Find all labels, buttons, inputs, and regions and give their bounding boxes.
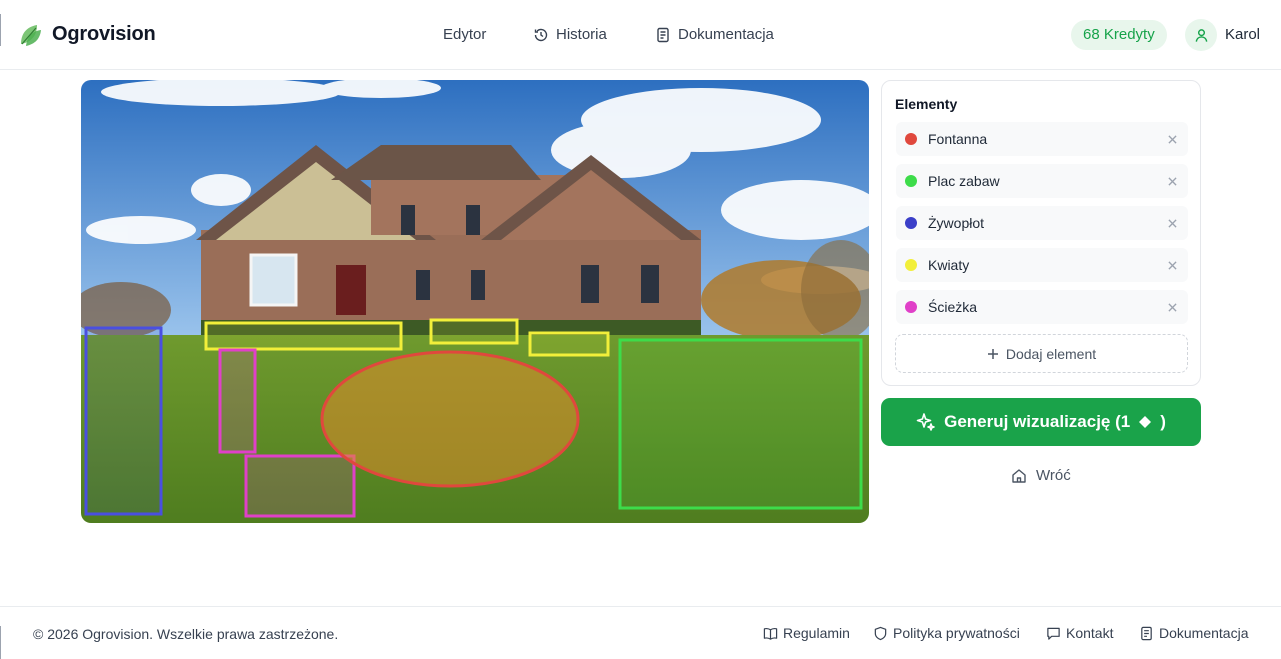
back-button[interactable]: Wróć [1011, 467, 1071, 484]
color-dot [905, 259, 917, 271]
fountain-zone[interactable] [320, 350, 580, 488]
close-icon[interactable] [1165, 174, 1179, 188]
nav-history-label: Historia [556, 26, 607, 43]
flowers-zone-3[interactable] [528, 331, 610, 357]
color-dot [905, 175, 917, 187]
element-item-path[interactable]: Ścieżka [896, 290, 1188, 324]
plus-icon [987, 348, 998, 359]
footer-link-privacy[interactable]: Polityka prywatności [873, 625, 1020, 641]
flowers-zone-2[interactable] [429, 318, 519, 345]
elements-panel: Elementy Fontanna Plac zabaw Żywopłot Kw… [881, 80, 1201, 386]
element-label: Żywopłot [928, 215, 985, 231]
back-label: Wróć [1036, 467, 1071, 484]
history-icon [534, 28, 548, 41]
element-label: Plac zabaw [928, 173, 1000, 189]
element-item-hedge[interactable]: Żywopłot [896, 206, 1188, 240]
generate-button[interactable]: Generuj wizualizację (1 ) [881, 398, 1201, 446]
playground-zone[interactable] [618, 338, 863, 510]
footer-link-label: Regulamin [783, 625, 850, 641]
top-bar: Ogrovision Edytor Historia Dokumentacja … [0, 0, 1281, 70]
color-dot [905, 133, 917, 145]
shield-icon [874, 626, 887, 640]
avatar[interactable] [1185, 19, 1217, 51]
brand-name[interactable]: Ogrovision [52, 23, 156, 46]
generate-suffix: ) [1160, 412, 1166, 431]
path-zone-2[interactable] [244, 454, 356, 518]
footer-link-terms[interactable]: Regulamin [763, 625, 850, 641]
leaf-logo-icon [21, 25, 41, 46]
nav-documentation-label: Dokumentacja [678, 26, 774, 43]
element-label: Kwiaty [928, 257, 970, 273]
footer-link-contact[interactable]: Kontakt [1046, 625, 1113, 641]
diamond-icon [1139, 416, 1152, 428]
close-icon[interactable] [1165, 300, 1179, 314]
footer-link-label: Dokumentacja [1159, 625, 1249, 641]
color-dot [905, 301, 917, 313]
hedge-zone[interactable] [84, 326, 163, 516]
credits-badge[interactable]: 68 Kredyty [1071, 20, 1167, 50]
photo-canvas[interactable] [81, 80, 869, 523]
book-icon [763, 627, 778, 640]
element-item-flowers[interactable]: Kwiaty [896, 248, 1188, 282]
close-icon[interactable] [1165, 132, 1179, 146]
panel-title: Elementy [895, 96, 958, 112]
element-item-fountain[interactable]: Fontanna [896, 122, 1188, 156]
nav-documentation[interactable]: Dokumentacja [655, 26, 774, 43]
add-element-button[interactable]: Dodaj element [895, 334, 1188, 373]
generate-label: Generuj wizualizację (1 [944, 412, 1131, 431]
garden-photo[interactable] [81, 80, 869, 523]
document-icon [1141, 626, 1152, 640]
color-dot [905, 217, 917, 229]
username[interactable]: Karol [1225, 26, 1260, 43]
element-label: Fontanna [928, 131, 988, 147]
footer-link-label: Polityka prywatności [893, 625, 1020, 641]
footer-link-label: Kontakt [1066, 625, 1114, 641]
copyright: © 2026 Ogrovision. Wszelkie prawa zastrz… [33, 626, 339, 642]
window-edge [0, 14, 1, 46]
nav-editor-label: Edytor [443, 26, 487, 43]
window-edge [0, 626, 1, 659]
close-icon[interactable] [1165, 258, 1179, 272]
path-zone-1[interactable] [218, 348, 257, 454]
element-item-playground[interactable]: Plac zabaw [896, 164, 1188, 198]
add-element-label: Dodaj element [1005, 345, 1097, 362]
footer-link-docs[interactable]: Dokumentacja [1139, 625, 1249, 641]
footer: © 2026 Ogrovision. Wszelkie prawa zastrz… [0, 606, 1281, 659]
nav-editor[interactable]: Edytor [443, 26, 486, 43]
user-icon [1195, 28, 1207, 42]
sparkles-icon [916, 413, 935, 431]
element-label: Ścieżka [928, 299, 978, 315]
close-icon[interactable] [1165, 216, 1179, 230]
nav-history[interactable]: Historia [533, 26, 607, 43]
home-icon [1012, 468, 1026, 483]
message-icon [1047, 627, 1060, 640]
document-icon [657, 27, 669, 42]
flowers-zone-1[interactable] [204, 321, 403, 351]
